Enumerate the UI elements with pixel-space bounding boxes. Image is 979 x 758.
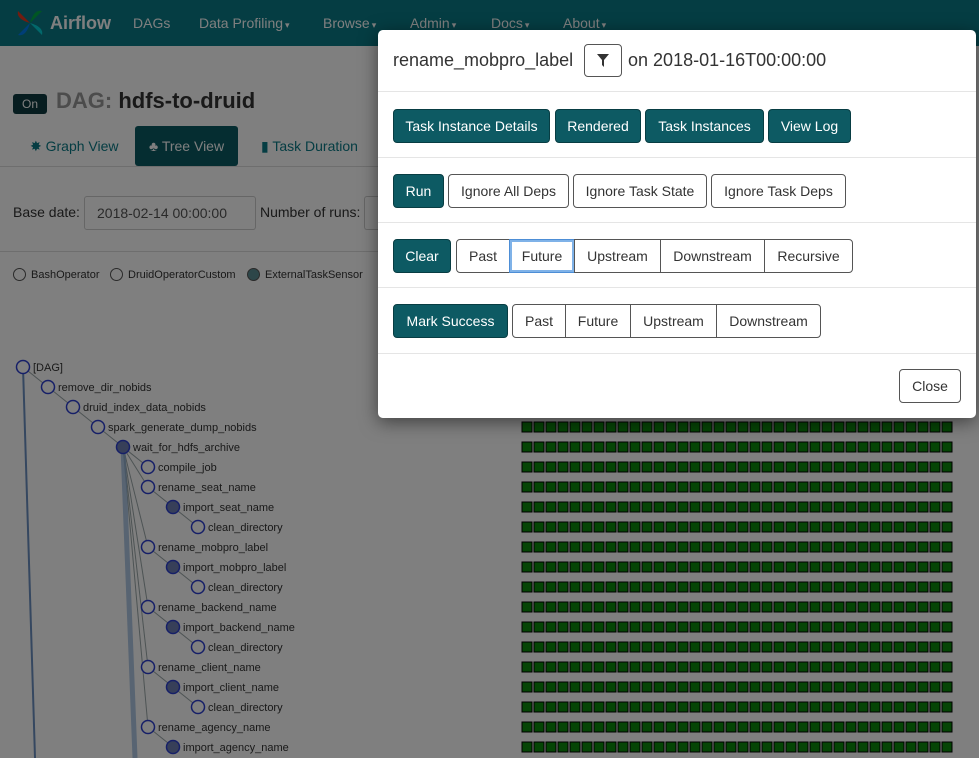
modal-header: rename_mobpro_label on 2018-01-16T00:00:… [378, 30, 976, 92]
clear-upstream-toggle[interactable]: Upstream [574, 239, 661, 273]
task-instances-button[interactable]: Task Instances [645, 109, 764, 143]
task-instance-details-button[interactable]: Task Instance Details [393, 109, 550, 143]
modal-date-value: 2018-01-16T00:00:00 [653, 50, 827, 70]
run-button[interactable]: Run [393, 174, 444, 208]
filter-icon [597, 53, 609, 67]
task-instance-modal: rename_mobpro_label on 2018-01-16T00:00:… [378, 30, 976, 418]
filter-upstream-button[interactable] [584, 44, 622, 77]
run-section: Run Ignore All Deps Ignore Task State Ig… [378, 158, 976, 223]
modal-on-label: on [628, 50, 649, 70]
clear-downstream-toggle[interactable]: Downstream [660, 239, 765, 273]
mark-upstream-toggle[interactable]: Upstream [630, 304, 717, 338]
clear-past-toggle[interactable]: Past [456, 239, 510, 273]
ignore-task-deps-toggle[interactable]: Ignore Task Deps [711, 174, 846, 208]
clear-section: Clear Past Future Upstream Downstream Re… [378, 223, 976, 288]
clear-button[interactable]: Clear [393, 239, 451, 273]
close-button[interactable]: Close [899, 369, 961, 403]
clear-future-toggle[interactable]: Future [509, 239, 575, 273]
modal-execution-date: on 2018-01-16T00:00:00 [628, 50, 826, 71]
clear-recursive-toggle[interactable]: Recursive [764, 239, 853, 273]
mark-future-toggle[interactable]: Future [565, 304, 631, 338]
view-log-button[interactable]: View Log [768, 109, 851, 143]
mark-downstream-toggle[interactable]: Downstream [716, 304, 821, 338]
ignore-task-state-toggle[interactable]: Ignore Task State [573, 174, 707, 208]
mark-success-button[interactable]: Mark Success [393, 304, 508, 338]
ignore-all-deps-toggle[interactable]: Ignore All Deps [448, 174, 569, 208]
rendered-button[interactable]: Rendered [555, 109, 641, 143]
mark-success-section: Mark Success Past Future Upstream Downst… [378, 288, 976, 354]
modal-footer: Close [378, 354, 976, 418]
modal-task-id: rename_mobpro_label [393, 50, 574, 70]
mark-past-toggle[interactable]: Past [512, 304, 566, 338]
info-buttons-section: Task Instance Details Rendered Task Inst… [378, 92, 976, 158]
